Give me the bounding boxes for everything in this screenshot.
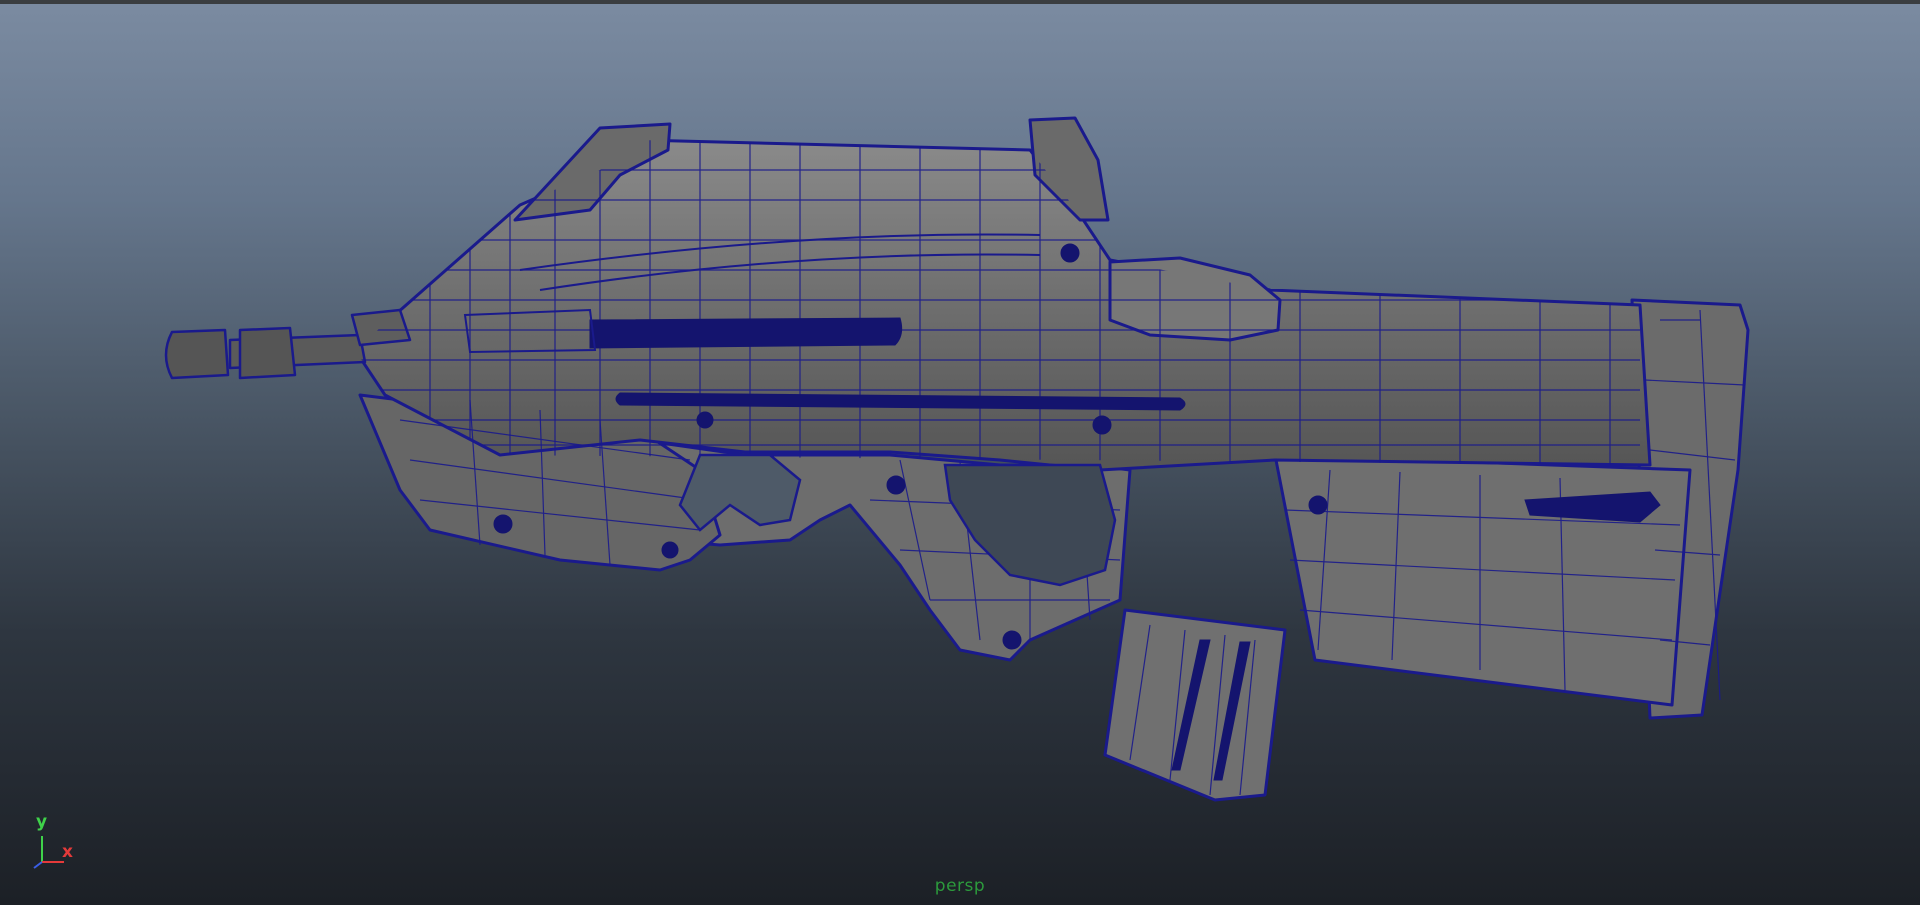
- barrel-collar: [350, 308, 412, 347]
- axis-x-label: x: [62, 842, 73, 862]
- bolt-detail: [696, 411, 714, 429]
- bolt-detail: [1092, 415, 1112, 435]
- bolt-detail: [661, 541, 679, 559]
- bolt-detail: [1060, 243, 1080, 263]
- bolt-detail: [1308, 495, 1328, 515]
- rifle-wireframe-model[interactable]: [0, 0, 1920, 905]
- muzzle-brake-front: [164, 328, 230, 380]
- camera-name-label: persp: [934, 876, 986, 896]
- ejection-slot: [589, 317, 903, 349]
- bolt-detail: [886, 475, 906, 495]
- muzzle-brake-rear: [238, 326, 297, 380]
- axis-y-label: y: [36, 812, 48, 832]
- axis-gizmo: y x: [28, 812, 88, 872]
- bolt-detail: [493, 514, 513, 534]
- bolt-detail: [1002, 630, 1022, 650]
- stock-lower-panel: [1273, 453, 1692, 707]
- maya-perspective-viewport[interactable]: y x persp: [0, 0, 1920, 905]
